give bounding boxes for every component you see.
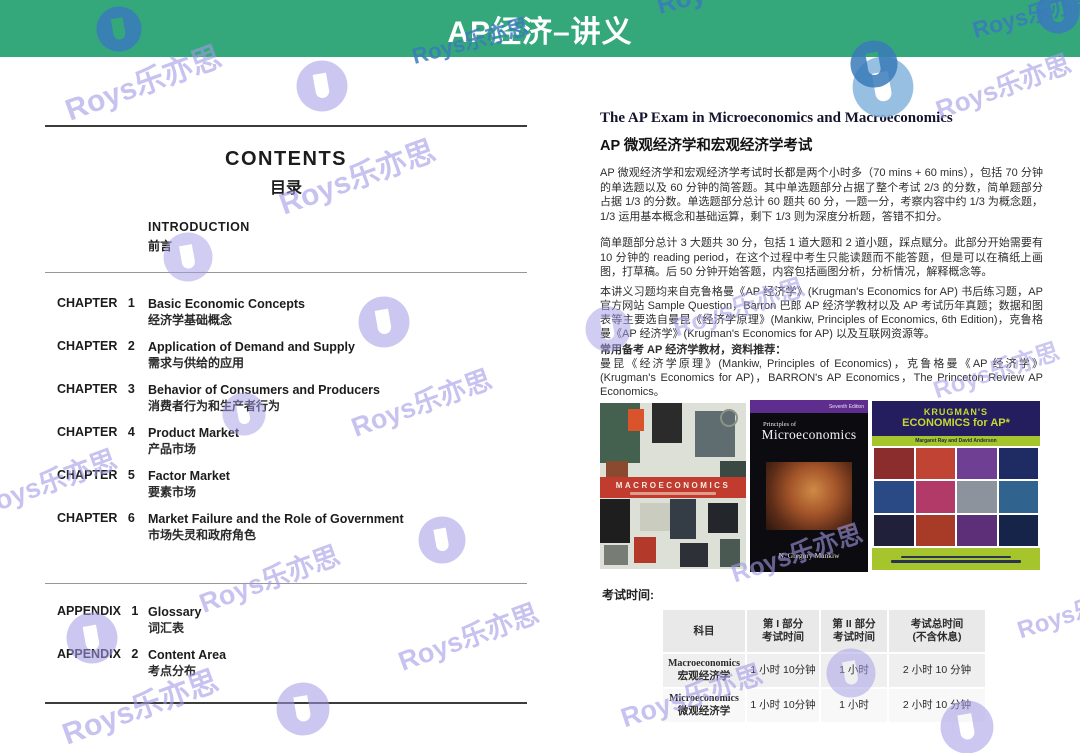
chapter-title-cn: 经济学基础概念 — [148, 312, 527, 328]
toc-row-chapter-1: CHAPTER 1 Basic Economic Concepts经济学基础概念 — [57, 296, 527, 328]
chapter-title-en: Market Failure and the Role of Governmen… — [148, 511, 527, 527]
toc-row-chapter-5: CHAPTER 5 Factor Market要素市场 — [57, 468, 527, 500]
toc-introduction: INTRODUCTION 前言 — [148, 220, 250, 254]
krugman-cover-title-line1: KRUGMAN'S — [924, 407, 988, 417]
exam-time-label: 考试时间: — [602, 586, 654, 603]
krugman-cover-title-band: KRUGMAN'S ECONOMICS for AP* — [872, 401, 1040, 436]
exam-time-table: 科目 第 I 部分考试时间 第 II 部分考试时间 考试总时间(不含休息) Ma… — [663, 610, 985, 722]
krugman-cover-title-line2: ECONOMICS for AP* — [902, 417, 1010, 430]
toc-row-chapter-2: CHAPTER 2 Application of Demand and Supp… — [57, 339, 527, 371]
exam-title-en: The AP Exam in Microeconomics and Macroe… — [600, 108, 1043, 128]
appendix-label: APPENDIX 2 — [57, 647, 148, 679]
chapter-title-en: Application of Demand and Supply — [148, 339, 527, 355]
exam-paragraph-2: 简单题部分总计 3 大题共 30 分，包括 1 道大题和 2 道小题，踩点赋分。… — [600, 236, 1043, 280]
appendix-title-en: Content Area — [148, 647, 527, 663]
textbook-covers-image: MACROECONOMICS Seventh Edition Principle… — [600, 400, 1040, 573]
appendix-label: APPENDIX 1 — [57, 604, 148, 636]
chapter-title-en: Factor Market — [148, 468, 527, 484]
toc-row-chapter-6: CHAPTER 6 Market Failure and the Role of… — [57, 511, 527, 543]
krugman-cover-bottom-band — [872, 548, 1040, 570]
chapter-label: CHAPTER 6 — [57, 511, 148, 543]
toc-bottom-rule — [45, 702, 527, 704]
macro-cover-author-bar — [630, 492, 716, 495]
table-cell-micro-part2: 1 小时 — [821, 689, 887, 722]
exam-paragraph-4-heading: 常用备考 AP 经济学教材，资料推荐： — [600, 343, 1043, 357]
toc-divider-1 — [45, 272, 527, 273]
krugman-cover-photo-grid — [874, 448, 1038, 546]
chapter-label: CHAPTER 4 — [57, 425, 148, 457]
document-canvas: AP经济–讲义 CONTENTS 目录 INTRODUCTION 前言 CHAP… — [0, 0, 1080, 753]
chapter-title-en: Behavior of Consumers and Producers — [148, 382, 527, 398]
micro-cover-title: Microeconomics — [750, 427, 868, 443]
table-cell-micro-total: 2 小时 10 分钟 — [889, 689, 985, 722]
table-cell-micro-part1: 1 小时 10分钟 — [747, 689, 819, 722]
toc-heading: CONTENTS 目录 — [45, 148, 527, 198]
krugman-cover-byline: Margaret Ray and David Anderson — [872, 436, 1040, 446]
table-cell-micro-subject: Microeconomics 微观经济学 — [663, 689, 745, 722]
table-cell-macro-subject: Macroeconomics 宏观经济学 — [663, 654, 745, 687]
chapter-title-cn: 消费者行为和生产者行为 — [148, 398, 527, 414]
exam-title-cn: AP 微观经济学和宏观经济学考试 — [600, 136, 1043, 156]
pages-content: CONTENTS 目录 INTRODUCTION 前言 CHAPTER 1 Ba… — [0, 0, 1080, 753]
toc-row-chapter-4: CHAPTER 4 Product Market产品市场 — [57, 425, 527, 457]
macro-cover-publisher-logo-icon — [720, 409, 738, 427]
table-cell-macro-part1: 1 小时 10分钟 — [747, 654, 819, 687]
exam-paragraph-4-body: 曼昆《经济学原理》(Mankiw, Principles of Economic… — [600, 357, 1043, 399]
table-header-total: 考试总时间(不含休息) — [889, 610, 985, 652]
chapter-label: CHAPTER 5 — [57, 468, 148, 500]
chapter-title-en: Basic Economic Concepts — [148, 296, 527, 312]
macro-cover-title: MACROECONOMICS — [616, 481, 731, 490]
exam-page-text: The AP Exam in Microeconomics and Macroe… — [600, 108, 1043, 399]
chapter-title-cn: 市场失灵和政府角色 — [148, 527, 527, 543]
toc-appendix-list: APPENDIX 1 Glossary词汇表 APPENDIX 2 Conten… — [57, 604, 527, 690]
table-header-subject: 科目 — [663, 610, 745, 652]
chapter-title-en: Product Market — [148, 425, 527, 441]
table-header-part2: 第 II 部分考试时间 — [821, 610, 887, 652]
table-cell-macro-total: 2 小时 10 分钟 — [889, 654, 985, 687]
chapter-title-cn: 需求与供给的应用 — [148, 355, 527, 371]
chapter-label: CHAPTER 3 — [57, 382, 148, 414]
toc-heading-en: CONTENTS — [45, 148, 527, 171]
chapter-label: CHAPTER 1 — [57, 296, 148, 328]
book-cover-principles-of-microeconomics: Seventh Edition Principles of Microecono… — [750, 400, 868, 572]
exam-paragraph-3: 本讲义习题均来自克鲁格曼《AP 经济学》(Krugman's Economics… — [600, 285, 1043, 341]
chapter-title-cn: 要素市场 — [148, 484, 527, 500]
krugman-cover-smalltext-bar — [901, 556, 1011, 559]
exam-paragraph-1: AP 微观经济学和宏观经济学考试时长都是两个小时多（70 mins + 60 m… — [600, 166, 1043, 224]
toc-row-appendix-1: APPENDIX 1 Glossary词汇表 — [57, 604, 527, 636]
table-header-part1: 第 I 部分考试时间 — [747, 610, 819, 652]
krugman-cover-smalltext-bar — [891, 560, 1021, 563]
micro-cover-author: N. Gregory Mankiw — [750, 551, 868, 560]
micro-cover-edition-band: Seventh Edition — [750, 400, 868, 413]
toc-chapter-list: CHAPTER 1 Basic Economic Concepts经济学基础概念… — [57, 296, 527, 554]
chapter-title-cn: 产品市场 — [148, 441, 527, 457]
toc-introduction-label: INTRODUCTION — [148, 220, 250, 234]
macro-cover-title-band: MACROECONOMICS — [600, 477, 746, 498]
appendix-title-en: Glossary — [148, 604, 527, 620]
toc-heading-cn: 目录 — [45, 174, 527, 198]
appendix-title-cn: 考点分布 — [148, 663, 527, 679]
appendix-title-cn: 词汇表 — [148, 620, 527, 636]
book-cover-krugmans-economics-for-ap: KRUGMAN'S ECONOMICS for AP* Margaret Ray… — [872, 401, 1040, 570]
toc-top-rule — [45, 125, 527, 127]
toc-row-chapter-3: CHAPTER 3 Behavior of Consumers and Prod… — [57, 382, 527, 414]
micro-cover-painting — [766, 462, 852, 530]
table-cell-macro-part2: 1 小时 — [821, 654, 887, 687]
toc-divider-2 — [45, 583, 527, 584]
toc-introduction-label-cn: 前言 — [148, 237, 250, 254]
book-cover-macroeconomics: MACROECONOMICS — [600, 403, 746, 569]
micro-cover-edition: Seventh Edition — [829, 404, 864, 410]
toc-row-appendix-2: APPENDIX 2 Content Area考点分布 — [57, 647, 527, 679]
chapter-label: CHAPTER 2 — [57, 339, 148, 371]
